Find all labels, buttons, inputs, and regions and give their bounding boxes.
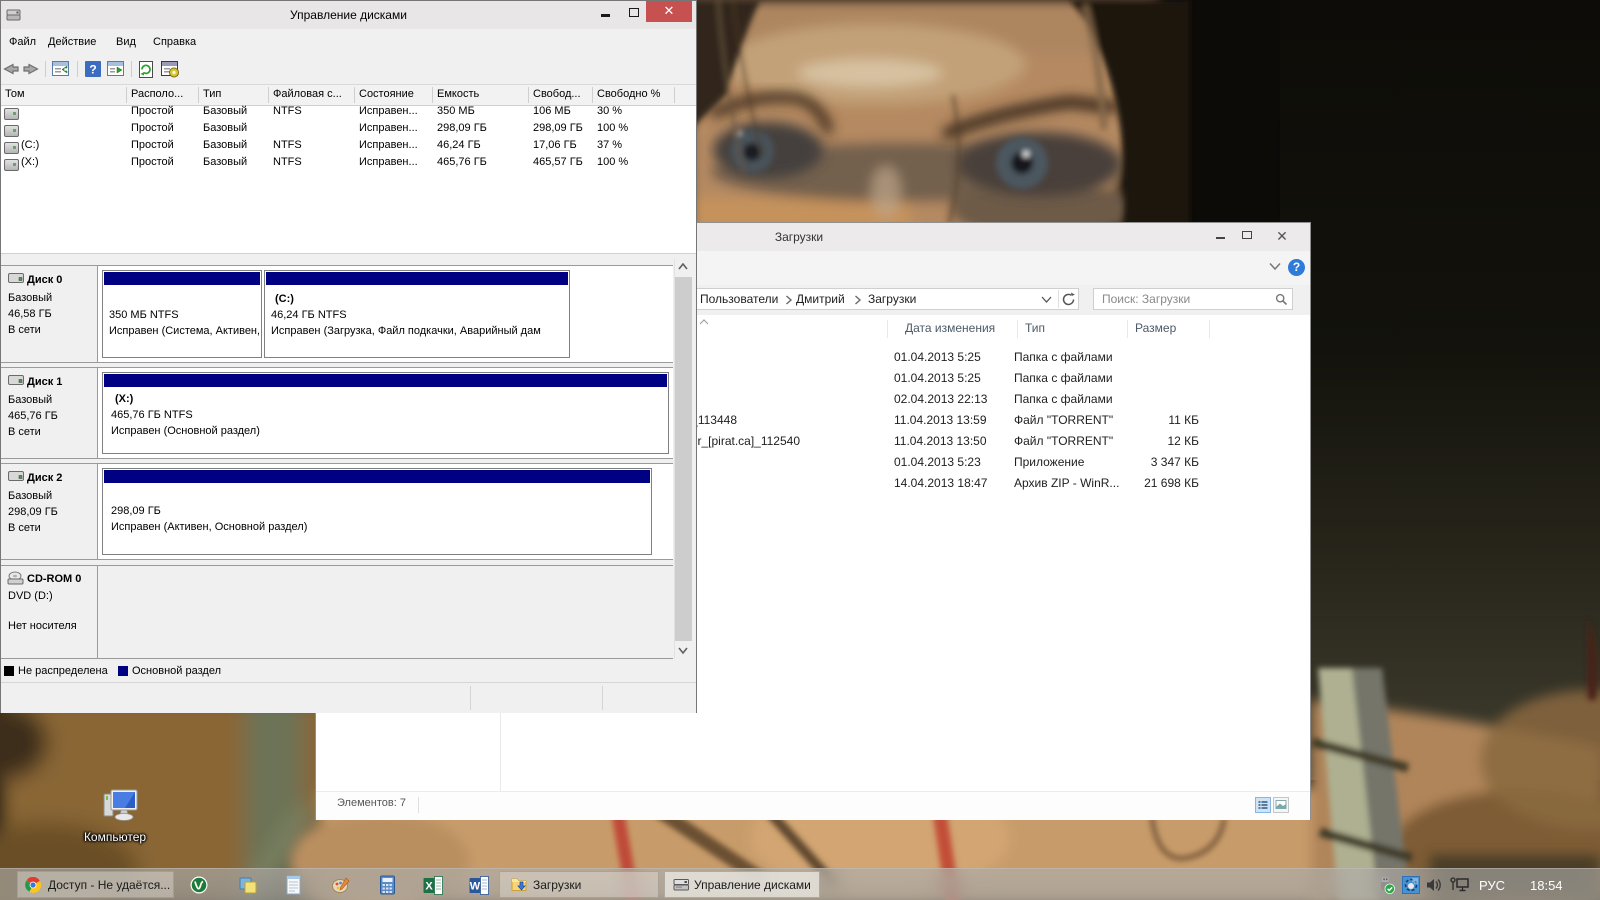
svg-text:X: X — [425, 881, 433, 893]
svg-text:?: ? — [89, 63, 96, 77]
svg-text:W: W — [470, 881, 481, 893]
